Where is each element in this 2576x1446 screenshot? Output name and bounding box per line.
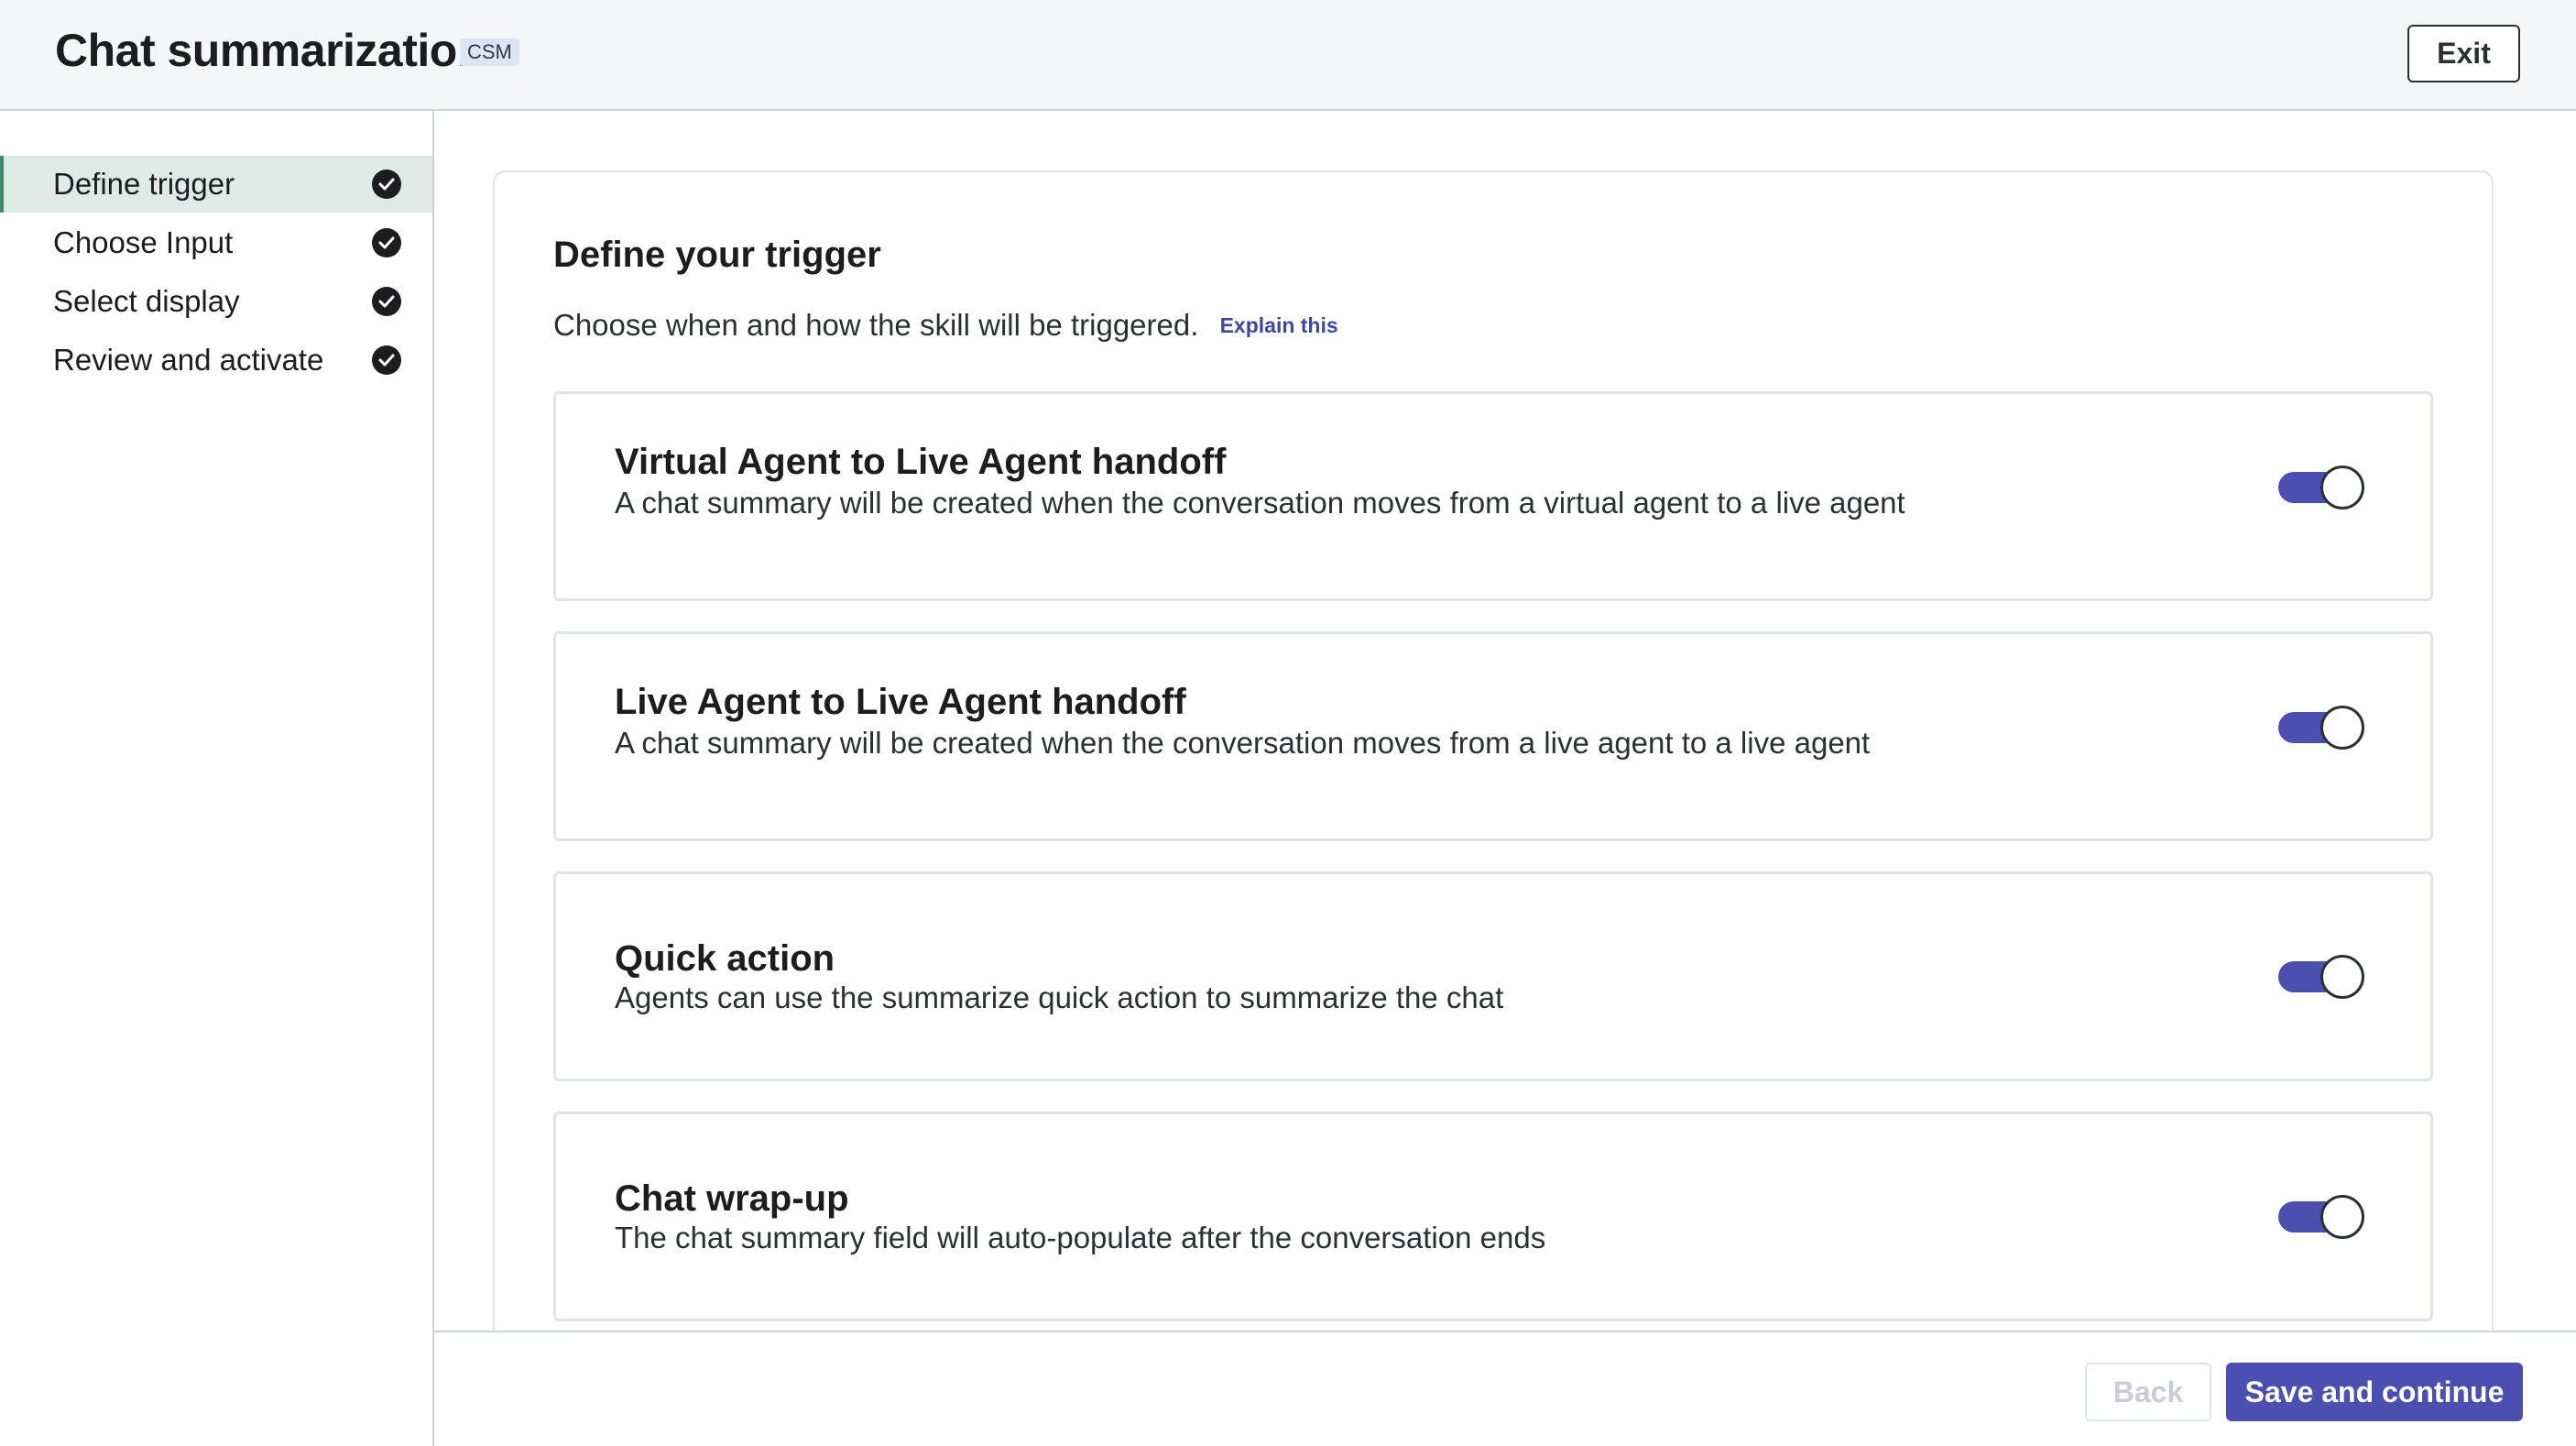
toggle-knob — [2320, 955, 2364, 999]
trigger-description: Agents can use the summarize quick actio… — [615, 980, 1504, 1014]
sidebar-item-define-trigger[interactable]: Define trigger — [0, 156, 432, 213]
footer-bar: Back Save and continue — [434, 1331, 2576, 1446]
trigger-description: A chat summary will be created when the … — [615, 486, 1905, 520]
trigger-option-quick-action: Quick action Agents can use the summariz… — [553, 871, 2433, 1081]
sidebar-item-choose-input[interactable]: Choose Input — [0, 214, 432, 271]
trigger-toggle[interactable] — [2278, 704, 2366, 751]
page-title: Chat summarization — [55, 25, 485, 76]
toggle-knob — [2320, 706, 2364, 750]
trigger-description: A chat summary will be created when the … — [615, 726, 1871, 760]
check-circle-icon — [372, 228, 401, 257]
sidebar-item-label: Choose Input — [53, 225, 234, 259]
section-description-text: Choose when and how the skill will be tr… — [553, 308, 1199, 342]
back-button[interactable]: Back — [2085, 1363, 2211, 1421]
trigger-option-virtual-to-live: Virtual Agent to Live Agent handoff A ch… — [553, 391, 2433, 601]
exit-button[interactable]: Exit — [2407, 25, 2520, 82]
toggle-knob — [2320, 1195, 2364, 1239]
sidebar-item-label: Define trigger — [53, 167, 235, 201]
sidebar-item-review-and-activate[interactable]: Review and activate — [0, 332, 432, 389]
sidebar-item-label: Select display — [53, 284, 240, 318]
toggle-knob — [2320, 466, 2364, 509]
save-and-continue-button[interactable]: Save and continue — [2226, 1363, 2523, 1421]
explain-this-link[interactable]: Explain this — [1220, 313, 1338, 338]
trigger-description: The chat summary field will auto-populat… — [615, 1221, 1546, 1254]
trigger-toggle[interactable] — [2278, 464, 2366, 511]
main-content: Define your trigger Choose when and how … — [434, 111, 2576, 1331]
app-header: Chat summarization CSM Exit — [0, 0, 2576, 111]
app-badge: CSM — [460, 38, 519, 66]
trigger-title: Virtual Agent to Live Agent handoff — [615, 442, 1227, 482]
trigger-title: Quick action — [615, 938, 835, 979]
trigger-toggle[interactable] — [2278, 1193, 2366, 1241]
trigger-title: Live Agent to Live Agent handoff — [615, 682, 1186, 722]
sidebar-item-select-display[interactable]: Select display — [0, 273, 432, 330]
section-description: Choose when and how the skill will be tr… — [553, 308, 1338, 343]
check-circle-icon — [372, 170, 401, 199]
trigger-title: Chat wrap-up — [615, 1178, 849, 1219]
trigger-option-chat-wrap-up: Chat wrap-up The chat summary field will… — [553, 1112, 2433, 1321]
sidebar: Define trigger Choose Input Select displ… — [0, 111, 434, 1446]
check-circle-icon — [372, 287, 401, 316]
trigger-option-live-to-live: Live Agent to Live Agent handoff A chat … — [553, 631, 2433, 841]
check-circle-icon — [372, 345, 401, 375]
section-title: Define your trigger — [553, 235, 881, 275]
trigger-toggle[interactable] — [2278, 953, 2366, 1001]
trigger-card: Define your trigger Choose when and how … — [493, 170, 2494, 1331]
sidebar-item-label: Review and activate — [53, 343, 324, 377]
